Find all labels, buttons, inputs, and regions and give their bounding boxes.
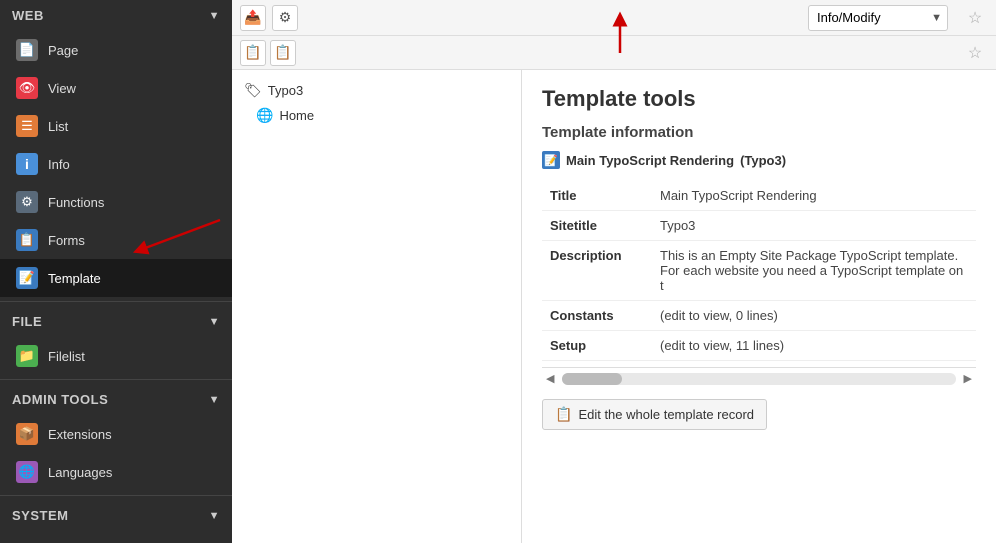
file-section-label: FILE <box>12 314 42 329</box>
extensions-icon: 📦 <box>16 423 38 445</box>
sidebar-item-label: Functions <box>48 195 104 210</box>
languages-icon: 🌐 <box>16 461 38 483</box>
sidebar-item-functions[interactable]: ⚙ Functions <box>0 183 232 221</box>
template-record-icon: 📝 <box>542 151 560 169</box>
table-row: Title Main TypoScript Rendering <box>542 181 976 211</box>
forms-icon: 📋 <box>16 229 38 251</box>
favorite-button[interactable]: ☆ <box>962 5 988 31</box>
sidebar-divider-1 <box>0 301 232 302</box>
sidebar-item-label: Info <box>48 157 70 172</box>
field-value: Typo3 <box>652 211 976 241</box>
typo3-tree-icon: 🏷 <box>244 82 262 99</box>
field-value: (edit to view, 11 lines) <box>652 331 976 361</box>
scrollbar-thumb[interactable] <box>562 373 622 385</box>
expand-button[interactable]: 📋 <box>240 40 266 66</box>
home-tree-icon: 🌐 <box>256 107 273 124</box>
scrollbar-track[interactable] <box>562 373 955 385</box>
new-record-button[interactable]: 📤 <box>240 5 266 31</box>
info-panel: Template tools Template information 📝 Ma… <box>522 70 996 543</box>
sidebar-section-file[interactable]: FILE ▼ <box>0 306 232 337</box>
sidebar-item-label: Template <box>48 271 101 286</box>
sidebar-divider-3 <box>0 495 232 496</box>
edit-button-label: Edit the whole template record <box>578 407 754 422</box>
template-heading: 📝 Main TypoScript Rendering (Typo3) <box>542 151 976 169</box>
file-section-arrow: ▼ <box>209 316 220 328</box>
field-label: Setup <box>542 331 652 361</box>
field-value: This is an Empty Site Package TypoScript… <box>652 241 976 301</box>
sidebar-item-label: Extensions <box>48 427 112 442</box>
table-row: Constants (edit to view, 0 lines) <box>542 301 976 331</box>
web-section-label: WEB <box>12 8 44 23</box>
secondary-toolbar: 📋 📋 ☆ <box>232 36 996 70</box>
sidebar-item-forms[interactable]: 📋 Forms <box>0 221 232 259</box>
content-split: 🏷 Typo3 🌐 Home Template tools Template i… <box>232 70 996 543</box>
panel-subtitle: Template information <box>542 124 976 141</box>
field-value: Main TypoScript Rendering <box>652 181 976 211</box>
template-icon: 📝 <box>16 267 38 289</box>
sidebar-section-web[interactable]: WEB ▼ <box>0 0 232 31</box>
sidebar: WEB ▼ 📄 Page 👁 View ☰ List i Info ⚙ Func… <box>0 0 232 543</box>
scroll-right-icon[interactable]: ▶ <box>960 372 976 385</box>
field-label: Description <box>542 241 652 301</box>
sidebar-item-label: Languages <box>48 465 112 480</box>
table-row: Setup (edit to view, 11 lines) <box>542 331 976 361</box>
sidebar-item-list[interactable]: ☰ List <box>0 107 232 145</box>
scroll-left-icon[interactable]: ◀ <box>542 372 558 385</box>
tree-item-label: Home <box>279 108 314 123</box>
collapse-button[interactable]: 📋 <box>270 40 296 66</box>
top-toolbar: 📤 ⚙ Info/Modify Constant Editor Setup Ed… <box>232 0 996 36</box>
system-section-arrow: ▼ <box>209 510 220 522</box>
sidebar-item-info[interactable]: i Info <box>0 145 232 183</box>
sidebar-item-languages[interactable]: 🌐 Languages <box>0 453 232 491</box>
edit-button-area: 📋 Edit the whole template record <box>542 399 976 430</box>
field-label: Title <box>542 181 652 211</box>
functions-icon: ⚙ <box>16 191 38 213</box>
edit-icon: 📋 <box>555 406 572 423</box>
edit-whole-template-button[interactable]: 📋 Edit the whole template record <box>542 399 767 430</box>
list-icon: ☰ <box>16 115 38 137</box>
panel-title: Template tools <box>542 86 976 112</box>
sidebar-item-page[interactable]: 📄 Page <box>0 31 232 69</box>
field-value: (edit to view, 0 lines) <box>652 301 976 331</box>
filelist-icon: 📁 <box>16 345 38 367</box>
sidebar-item-view[interactable]: 👁 View <box>0 69 232 107</box>
template-suffix: (Typo3) <box>740 153 786 168</box>
sidebar-divider-2 <box>0 379 232 380</box>
info-table: Title Main TypoScript Rendering Sitetitl… <box>542 181 976 361</box>
tree-item-label: Typo3 <box>268 83 303 98</box>
table-row: Description This is an Empty Site Packag… <box>542 241 976 301</box>
sidebar-item-label: List <box>48 119 68 134</box>
info-icon: i <box>16 153 38 175</box>
table-row: Sitetitle Typo3 <box>542 211 976 241</box>
sidebar-section-system[interactable]: SYSTEM ▼ <box>0 500 232 531</box>
tree-item-home[interactable]: 🌐 Home <box>232 103 521 128</box>
admin-section-label: ADMIN TOOLS <box>12 392 108 407</box>
tree-panel: 🏷 Typo3 🌐 Home <box>232 70 522 543</box>
main-area: 📤 ⚙ Info/Modify Constant Editor Setup Ed… <box>232 0 996 543</box>
horizontal-scrollbar[interactable]: ◀ ▶ <box>542 367 976 385</box>
filter-button[interactable]: ⚙ <box>272 5 298 31</box>
bookmark-button[interactable]: ☆ <box>962 40 988 66</box>
sidebar-item-template[interactable]: 📝 Template <box>0 259 232 297</box>
tree-item-typo3[interactable]: 🏷 Typo3 <box>232 78 521 103</box>
sidebar-section-admin[interactable]: ADMIN TOOLS ▼ <box>0 384 232 415</box>
sidebar-item-label: Page <box>48 43 78 58</box>
admin-section-arrow: ▼ <box>209 394 220 406</box>
view-icon: 👁 <box>16 77 38 99</box>
sidebar-item-filelist[interactable]: 📁 Filelist <box>0 337 232 375</box>
sidebar-item-label: Forms <box>48 233 85 248</box>
sidebar-item-label: View <box>48 81 76 96</box>
template-name: Main TypoScript Rendering <box>566 153 734 168</box>
field-label: Constants <box>542 301 652 331</box>
field-label: Sitetitle <box>542 211 652 241</box>
sidebar-item-extensions[interactable]: 📦 Extensions <box>0 415 232 453</box>
sidebar-item-label: Filelist <box>48 349 85 364</box>
mode-dropdown-wrapper: Info/Modify Constant Editor Setup Editor… <box>808 5 948 31</box>
mode-dropdown[interactable]: Info/Modify Constant Editor Setup Editor… <box>808 5 948 31</box>
page-icon: 📄 <box>16 39 38 61</box>
system-section-label: SYSTEM <box>12 508 68 523</box>
web-section-arrow: ▼ <box>209 10 220 22</box>
